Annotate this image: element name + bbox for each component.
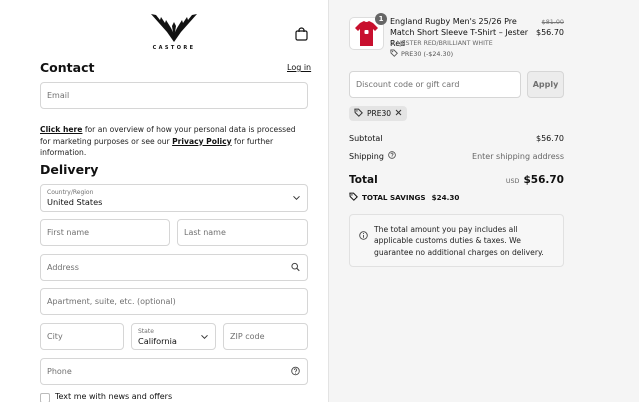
tag-icon xyxy=(390,49,398,59)
help-icon[interactable] xyxy=(388,151,396,161)
shipping-row: Shipping Enter shipping address xyxy=(349,151,564,161)
shipping-label: Shipping xyxy=(349,151,384,161)
country-value: United States xyxy=(47,197,103,207)
address-field[interactable]: Address xyxy=(40,254,308,281)
discount-code-input[interactable]: Discount code or gift card xyxy=(349,71,521,98)
duties-info-text: The total amount you pay includes all ap… xyxy=(374,225,544,257)
last-name-placeholder: Last name xyxy=(184,228,226,237)
total-row: Total USD $56.70 xyxy=(349,174,564,186)
email-field[interactable]: Email xyxy=(40,82,308,109)
duties-info-box: The total amount you pay includes all ap… xyxy=(349,214,564,267)
privacy-note: Click here for an overview of how your p… xyxy=(40,124,308,159)
country-label: Country/Region xyxy=(47,189,94,196)
state-value: California xyxy=(138,335,177,346)
delivery-heading: Delivery xyxy=(40,162,99,177)
search-icon xyxy=(291,262,300,273)
wings-icon xyxy=(151,14,197,42)
subtotal-row: Subtotal $56.70 xyxy=(349,134,564,143)
subtotal-value: $56.70 xyxy=(536,134,564,143)
quantity-badge: 1 xyxy=(375,13,387,25)
state-select[interactable]: State California xyxy=(131,323,216,350)
help-icon[interactable] xyxy=(291,366,300,377)
last-name-field[interactable]: Last name xyxy=(177,219,308,246)
currency-code: USD xyxy=(505,177,520,185)
phone-placeholder: Phone xyxy=(47,367,72,376)
product-discount: PRE30 (-$24.30) xyxy=(390,49,453,59)
total-savings: TOTAL SAVINGS $24.30 xyxy=(349,192,459,203)
state-label: State xyxy=(138,327,154,335)
city-placeholder: City xyxy=(47,332,63,341)
total-value: $56.70 xyxy=(523,174,564,186)
sms-opt-in-checkbox[interactable] xyxy=(40,393,50,402)
close-icon[interactable] xyxy=(395,109,402,118)
login-link[interactable]: Log in xyxy=(287,63,311,72)
apply-button[interactable]: Apply xyxy=(527,71,564,98)
brand-name: CASTORE xyxy=(152,45,196,51)
info-icon xyxy=(359,225,368,244)
castore-logo[interactable]: CASTORE xyxy=(144,12,204,54)
savings-label: TOTAL SAVINGS xyxy=(362,193,426,202)
first-name-field[interactable]: First name xyxy=(40,219,170,246)
subtotal-label: Subtotal xyxy=(349,134,383,143)
total-label: Total xyxy=(349,174,378,186)
chevron-down-icon xyxy=(293,194,300,203)
privacy-policy-link[interactable]: Privacy Policy xyxy=(172,137,232,146)
apartment-placeholder: Apartment, suite, etc. (optional) xyxy=(47,297,176,306)
sms-opt-in-label: Text me with news and offers xyxy=(55,392,173,401)
chevron-down-icon xyxy=(201,332,208,341)
applied-code-text: PRE30 xyxy=(367,109,392,118)
tag-icon xyxy=(349,192,358,203)
address-placeholder: Address xyxy=(47,263,79,272)
discount-placeholder: Discount code or gift card xyxy=(356,80,460,89)
click-here-link[interactable]: Click here xyxy=(40,125,82,134)
country-select[interactable]: Country/Region United States xyxy=(40,184,308,212)
shopping-bag-icon[interactable] xyxy=(295,26,309,41)
phone-field[interactable]: Phone xyxy=(40,358,308,385)
shipping-value: Enter shipping address xyxy=(472,151,564,161)
checkout-form-panel: CASTORE Contact Log in Email Click here … xyxy=(0,0,328,402)
zip-field[interactable]: ZIP code xyxy=(223,323,308,350)
apartment-field[interactable]: Apartment, suite, etc. (optional) xyxy=(40,288,308,315)
product-variant: S / JESTER RED/BRILLIANT WHITE xyxy=(390,40,493,47)
item-price: $56.70 xyxy=(536,28,564,37)
product-discount-text: PRE30 (-$24.30) xyxy=(401,50,454,58)
tag-icon xyxy=(354,108,363,119)
email-placeholder: Email xyxy=(47,91,70,100)
applied-discount-chip: PRE30 xyxy=(349,106,408,121)
zip-placeholder: ZIP code xyxy=(230,332,265,341)
savings-value: $24.30 xyxy=(431,193,460,202)
original-price: $81.00 xyxy=(541,18,564,26)
first-name-placeholder: First name xyxy=(47,228,90,237)
contact-heading: Contact xyxy=(40,60,95,75)
city-field[interactable]: City xyxy=(40,323,124,350)
